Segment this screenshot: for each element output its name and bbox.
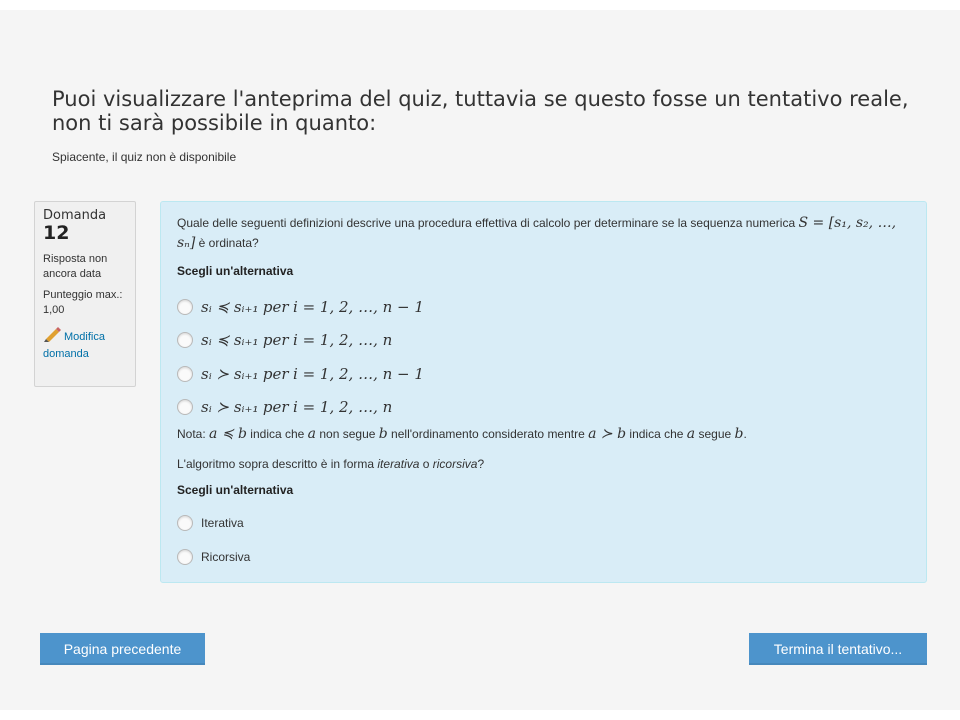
option-per: per [262,365,289,383]
radio-button[interactable] [177,332,193,348]
algo-italic: ricorsiva [432,457,478,471]
radio-button[interactable] [177,299,193,315]
radio-button[interactable] [177,366,193,382]
option-lhs: sᵢ ≻ sᵢ₊₁ [201,398,259,416]
algo-text: o [419,457,433,471]
option-lhs: sᵢ ≻ sᵢ₊₁ [201,365,259,383]
answer-option-ricorsiva[interactable]: Ricorsiva [177,546,250,568]
option-per: per [262,398,289,416]
note-text: nell'ordinamento considerato mentre [387,427,589,441]
question-text: Quale delle seguenti definizioni descriv… [177,213,917,253]
option-rhs: i = 1, 2, …, n [293,398,393,416]
option-rhs: i = 1, 2, …, n − 1 [293,298,424,316]
answer-prompt-2: Scegli un'alternativa [177,483,294,497]
question-number: 12 [43,222,70,244]
algo-text: L'algoritmo sopra descritto è in forma [177,457,378,471]
answer-option-2[interactable]: sᵢ ≼ sᵢ₊₁ per i = 1, 2, …, n [177,329,392,351]
ordering-note: Nota: a ≼ b indica che a non segue b nel… [177,425,917,443]
edit-question-link[interactable]: Modifica domanda [43,326,135,362]
radio-button[interactable] [177,549,193,565]
answer-prompt-1: Scegli un'alternativa [177,264,294,278]
answer-option-4[interactable]: sᵢ ≻ sᵢ₊₁ per i = 1, 2, …, n [177,396,392,418]
option-rhs: i = 1, 2, …, n − 1 [293,365,424,383]
option-per: per [262,298,289,316]
question-grade: Punteggio max.: 1,00 [43,289,123,316]
note-text: non segue [316,427,379,441]
option-label: Ricorsiva [201,550,251,564]
previous-page-button[interactable]: Pagina precedente [40,633,205,665]
question-text-part1: Quale delle seguenti definizioni descriv… [177,216,799,230]
option-per: per [262,331,289,349]
note-text: indica che [246,427,308,441]
algo-italic: iterativa [377,457,420,471]
algo-text: ? [477,457,485,471]
note-math: a ≻ b [588,426,627,442]
answer-option-1[interactable]: sᵢ ≼ sᵢ₊₁ per i = 1, 2, …, n − 1 [177,296,424,318]
note-math: a [307,426,317,442]
page-heading: Puoi visualizzare l'anteprima del quiz, … [52,87,909,135]
pencil-icon [43,326,61,347]
answer-option-iterativa[interactable]: Iterativa [177,512,244,534]
note-text: segue [695,427,735,441]
note-math: b [378,426,388,442]
algorithm-question: L'algoritmo sopra descritto è in forma i… [177,455,484,473]
answer-option-3[interactable]: sᵢ ≻ sᵢ₊₁ per i = 1, 2, …, n − 1 [177,363,424,385]
option-lhs: sᵢ ≼ sᵢ₊₁ [201,331,259,349]
note-text: indica che [626,427,687,441]
option-lhs: sᵢ ≼ sᵢ₊₁ [201,298,259,316]
option-rhs: i = 1, 2, …, n [293,331,393,349]
note-math: a ≼ b [209,426,247,442]
finish-attempt-button[interactable]: Termina il tentativo... [749,633,927,665]
option-label: Iterativa [201,516,244,530]
question-info-panel: Domanda 12 Risposta non ancora data Punt… [34,201,136,387]
note-math: a [686,426,696,442]
note-text: . [743,427,747,441]
radio-button[interactable] [177,515,193,531]
question-content-panel [160,201,927,583]
note-text: Nota: [177,427,210,441]
unavailable-notice: Spiacente, il quiz non è disponibile [52,150,237,164]
radio-button[interactable] [177,399,193,415]
question-text-part2: è ordinata? [195,236,259,250]
question-state: Risposta non ancora data [43,253,108,280]
question-label: Domanda [43,208,107,223]
